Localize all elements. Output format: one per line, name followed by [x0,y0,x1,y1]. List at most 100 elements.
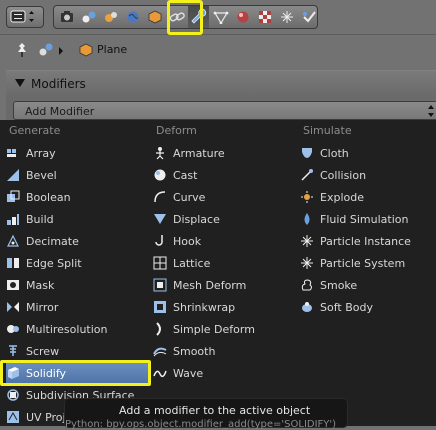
material-context-tab[interactable] [232,6,253,28]
cloth-icon [302,148,312,158]
properties-header [0,0,436,35]
mesh-deform-icon [153,278,167,292]
menu-item-lattice[interactable]: Lattice [153,253,293,273]
menu-item-label: Displace [173,212,220,226]
menu-item-soft-body[interactable]: Soft Body [300,297,436,317]
menu-item-cloth[interactable]: Cloth [300,143,436,163]
object-data-icon [39,43,53,56]
panel-title: Modifiers [31,77,86,91]
physics-context-tab[interactable] [298,6,319,28]
fluid-icon [304,213,310,225]
menu-item-decimate[interactable]: Decimate [6,231,146,251]
menu-item-bevel[interactable]: Bevel [6,165,146,185]
camera-icon [60,11,73,22]
menu-item-build[interactable]: Build [6,209,146,229]
uv-project-icon [7,411,19,423]
explode-icon [301,191,313,203]
smooth-icon [153,347,167,357]
simple-deform-icon [156,322,161,336]
displace-icon [154,214,166,224]
texture-icon [258,11,271,23]
menu-item-simple-deform[interactable]: Simple Deform [153,319,293,339]
menu-item-mesh-deform[interactable]: Mesh Deform [153,275,293,295]
menu-item-multiresolution[interactable]: Multiresolution [6,319,146,339]
menu-item-label: Bevel [26,168,57,182]
mask-icon [7,280,19,290]
menu-item-cast[interactable]: Cast [153,165,293,185]
particle-system-icon [301,257,313,269]
build-icon [7,214,19,225]
menu-item-label: Simple Deform [173,322,255,336]
menu-item-label: Particle System [320,256,406,270]
menu-item-particle-system[interactable]: Particle System [300,253,436,273]
menu-item-displace[interactable]: Displace [153,209,293,229]
menu-item-smooth[interactable]: Smooth [153,341,293,361]
curve-icon [154,191,166,203]
world-icon [127,11,138,23]
menu-item-particle-instance[interactable]: Particle Instance [300,231,436,251]
soft-body-icon [302,302,312,312]
menu-item-array[interactable]: Array [6,143,146,163]
menu-item-label: Mirror [26,300,59,314]
scene-icon [104,12,117,22]
multires-icon [7,325,19,333]
menu-item-label: Array [26,146,56,160]
subsurf-icon [7,389,19,401]
menu-item-label: Fluid Simulation [320,212,409,226]
screw-icon [9,345,17,356]
add-modifier-menu: Generate Deform Simulate Array Bevel Boole… [0,120,436,426]
lattice-icon [153,256,167,270]
menu-item-label: Decimate [26,234,79,248]
menu-item-hook[interactable]: Hook [153,231,293,251]
object-icon [148,10,161,24]
menu-item-label: Mask [26,278,55,292]
menu-item-label: Curve [173,190,206,204]
menu-item-curve[interactable]: Curve [153,187,293,207]
wave-icon [153,370,167,378]
menu-item-wave[interactable]: Wave [153,363,293,383]
chevron-right-icon [59,47,63,55]
menu-item-mask[interactable]: Mask [6,275,146,295]
menu-item-label: Edge Split [26,256,82,270]
menu-item-label: Cast [173,168,198,182]
object-name: Plane [97,43,128,56]
menu-item-label: Hook [173,234,202,248]
menu-item-shrinkwrap[interactable]: Shrinkwrap [153,297,293,317]
world-context-tab[interactable] [122,6,143,28]
bevel-icon [7,169,19,181]
menu-item-label: Smooth [173,344,216,358]
add-modifier-button[interactable]: Add Modifier [13,101,436,120]
menu-item-fluid-simulation[interactable]: Fluid Simulation [300,209,436,229]
menu-item-collision[interactable]: Collision [300,165,436,185]
pin-icon[interactable] [15,42,29,58]
physics-icon [302,11,316,23]
scene-context-tab[interactable] [100,6,121,28]
menu-item-explode[interactable]: Explode [300,187,436,207]
mirror-icon [7,302,19,312]
render-layers-context-tab[interactable] [78,6,99,28]
data-context-tab[interactable] [210,6,231,28]
editor-type-button[interactable] [6,6,44,28]
menu-item-armature[interactable]: Armature [153,143,293,163]
armature-icon [156,147,164,160]
object-context-tab[interactable] [144,6,165,28]
edge-split-icon [7,258,19,268]
modifiers-panel-header[interactable]: Modifiers [6,71,436,97]
collision-icon [301,169,313,181]
menu-item-label: Screw [26,344,60,358]
tooltip: Add a modifier to the active object Pyth… [64,398,348,430]
breadcrumb: Plane [0,35,436,65]
menu-item-label: Mesh Deform [173,278,247,292]
menu-item-screw[interactable]: Screw [6,341,146,361]
render-layers-icon [82,11,95,23]
menu-item-boolean[interactable]: Boolean [6,187,146,207]
particles-context-tab[interactable] [276,6,297,28]
menu-item-edge-split[interactable]: Edge Split [6,253,146,273]
properties-editor-icon [10,10,34,23]
menu-item-label: Armature [173,146,225,160]
menu-item-mirror[interactable]: Mirror [6,297,146,317]
render-context-tab[interactable] [56,6,77,28]
texture-context-tab[interactable] [254,6,275,28]
wrench-tab-highlight [167,0,203,35]
menu-item-smoke[interactable]: Smoke [300,275,436,295]
